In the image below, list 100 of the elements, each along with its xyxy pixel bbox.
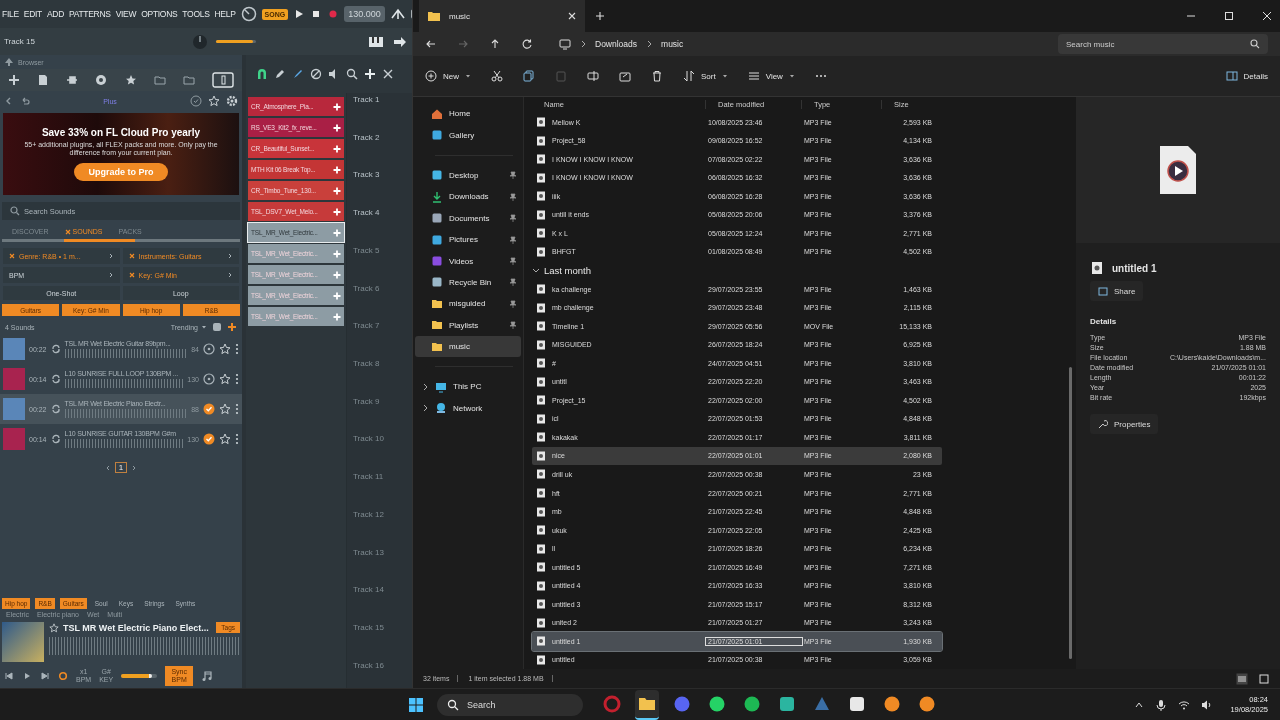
chevron-icon[interactable] xyxy=(421,383,429,391)
menu-item[interactable]: VIEW xyxy=(115,9,137,19)
track-label[interactable]: Track 3 xyxy=(353,170,406,180)
more-icon[interactable] xyxy=(235,403,239,415)
zoom-icon[interactable] xyxy=(346,68,358,80)
track-label[interactable]: Track 10 xyxy=(353,434,406,444)
crosshair-icon[interactable] xyxy=(364,68,376,80)
window-tab[interactable]: music xyxy=(419,0,585,32)
taskbar-app[interactable] xyxy=(635,689,659,720)
scrollbar-thumb[interactable] xyxy=(1069,367,1072,659)
track-label[interactable]: Track 1 xyxy=(353,95,406,104)
track-label[interactable]: Track 8 xyxy=(353,359,406,369)
gear-icon[interactable] xyxy=(226,95,238,107)
nav-item[interactable]: This PC xyxy=(415,376,521,398)
nav-item[interactable]: Gallery xyxy=(415,124,521,146)
folder-icon[interactable] xyxy=(153,74,166,86)
arrow-up-icon[interactable] xyxy=(4,57,14,67)
track-label[interactable]: Track 5 xyxy=(353,245,406,255)
nav-item[interactable]: Pictures xyxy=(415,228,521,251)
menu-item[interactable]: HELP xyxy=(214,9,236,19)
skip-forward-icon[interactable] xyxy=(40,671,50,681)
chevron-icon[interactable] xyxy=(421,404,429,413)
star-icon[interactable] xyxy=(124,74,137,86)
new-button[interactable]: New xyxy=(425,70,471,82)
page-number[interactable]: 1 xyxy=(114,462,128,473)
maximize-icon[interactable] xyxy=(1224,11,1234,21)
track-label[interactable]: Track 6 xyxy=(353,283,406,293)
windows-start-icon[interactable] xyxy=(408,696,424,713)
properties-button[interactable]: Properties xyxy=(1090,414,1159,434)
menu-item[interactable]: PATTERNS xyxy=(69,9,111,19)
more-icon[interactable] xyxy=(235,433,239,445)
add-status-icon[interactable] xyxy=(203,403,215,415)
star-icon[interactable] xyxy=(49,622,59,633)
track-label[interactable]: Track 13 xyxy=(353,547,406,557)
nav-item[interactable]: Playlists xyxy=(415,314,521,336)
add-status-icon[interactable] xyxy=(203,373,215,385)
nav-item[interactable]: Desktop xyxy=(415,164,521,187)
cut-icon[interactable] xyxy=(491,70,503,82)
view-button[interactable]: View xyxy=(747,70,795,82)
forward-arrow-icon[interactable] xyxy=(457,38,469,50)
more-icon[interactable] xyxy=(235,373,239,385)
up-arrow-icon[interactable] xyxy=(489,38,501,50)
search-field[interactable]: Search xyxy=(437,693,583,716)
track-label[interactable]: Track 4 xyxy=(353,208,406,218)
star-icon[interactable] xyxy=(208,95,220,107)
next-page-icon[interactable] xyxy=(131,464,138,471)
close-icon[interactable] xyxy=(382,68,394,80)
track-label[interactable]: Track 7 xyxy=(353,321,406,331)
sort-button[interactable]: Sort xyxy=(683,70,728,82)
copy-icon[interactable] xyxy=(523,70,535,82)
tempo-display[interactable]: 130.000 xyxy=(344,6,385,22)
menu-item[interactable]: EDIT xyxy=(23,9,42,19)
note-icon[interactable] xyxy=(201,670,214,682)
magnet-icon[interactable] xyxy=(256,68,268,80)
nav-item[interactable]: Documents xyxy=(415,207,521,229)
track-label[interactable]: Track 16 xyxy=(353,660,406,670)
breadcrumb[interactable]: Downloads xyxy=(595,39,638,49)
panel-icon[interactable] xyxy=(212,72,234,88)
search-field[interactable]: Search music xyxy=(1058,34,1268,54)
more-icon[interactable] xyxy=(235,343,239,355)
tiles-view-icon[interactable] xyxy=(1258,672,1270,685)
brush-icon[interactable] xyxy=(292,68,304,80)
add-status-icon[interactable] xyxy=(203,433,215,445)
details-button[interactable]: Details xyxy=(1225,70,1268,82)
plus-icon[interactable] xyxy=(227,322,237,332)
checkbox-icon[interactable] xyxy=(212,322,222,332)
skip-back-icon[interactable] xyxy=(4,671,14,681)
nav-item[interactable]: music xyxy=(415,335,521,358)
pencil-icon[interactable] xyxy=(274,68,286,80)
track-label[interactable]: Track 2 xyxy=(353,132,406,142)
group-header[interactable]: Last month xyxy=(532,261,942,280)
refresh-icon[interactable] xyxy=(521,38,533,50)
nav-item[interactable]: Recycle Bin xyxy=(415,271,521,294)
volume-slider[interactable] xyxy=(121,674,158,678)
undo-icon[interactable] xyxy=(20,96,30,106)
nav-item[interactable]: Network xyxy=(415,397,521,420)
wifi-icon[interactable] xyxy=(1178,698,1191,711)
star-icon[interactable] xyxy=(219,433,231,445)
menu-item[interactable]: TOOLS xyxy=(182,9,210,19)
master-slider[interactable] xyxy=(216,40,256,43)
no-entry-icon[interactable] xyxy=(310,68,322,80)
previous-page-icon[interactable] xyxy=(104,464,111,471)
knob-icon[interactable] xyxy=(240,6,257,22)
new-tab-icon[interactable] xyxy=(595,11,605,21)
star-icon[interactable] xyxy=(219,343,231,355)
folder-icon[interactable] xyxy=(182,74,195,86)
menu-item[interactable]: ADD xyxy=(46,9,64,19)
menu-item[interactable]: FILE xyxy=(2,9,19,19)
share-button[interactable]: Share xyxy=(1090,281,1144,301)
track-label[interactable]: Track 14 xyxy=(353,585,406,595)
breadcrumb[interactable]: music xyxy=(661,39,684,49)
loop-icon[interactable] xyxy=(58,671,68,681)
add-status-icon[interactable] xyxy=(203,343,215,355)
menu-item[interactable]: OPTIONS xyxy=(141,9,178,19)
list-view-icon[interactable] xyxy=(1236,672,1248,685)
nav-item[interactable]: Downloads xyxy=(415,186,521,208)
microphone-icon[interactable] xyxy=(1155,698,1168,711)
plus-icon[interactable] xyxy=(8,74,20,86)
metronome-icon[interactable] xyxy=(389,6,406,22)
star-icon[interactable] xyxy=(219,373,231,385)
